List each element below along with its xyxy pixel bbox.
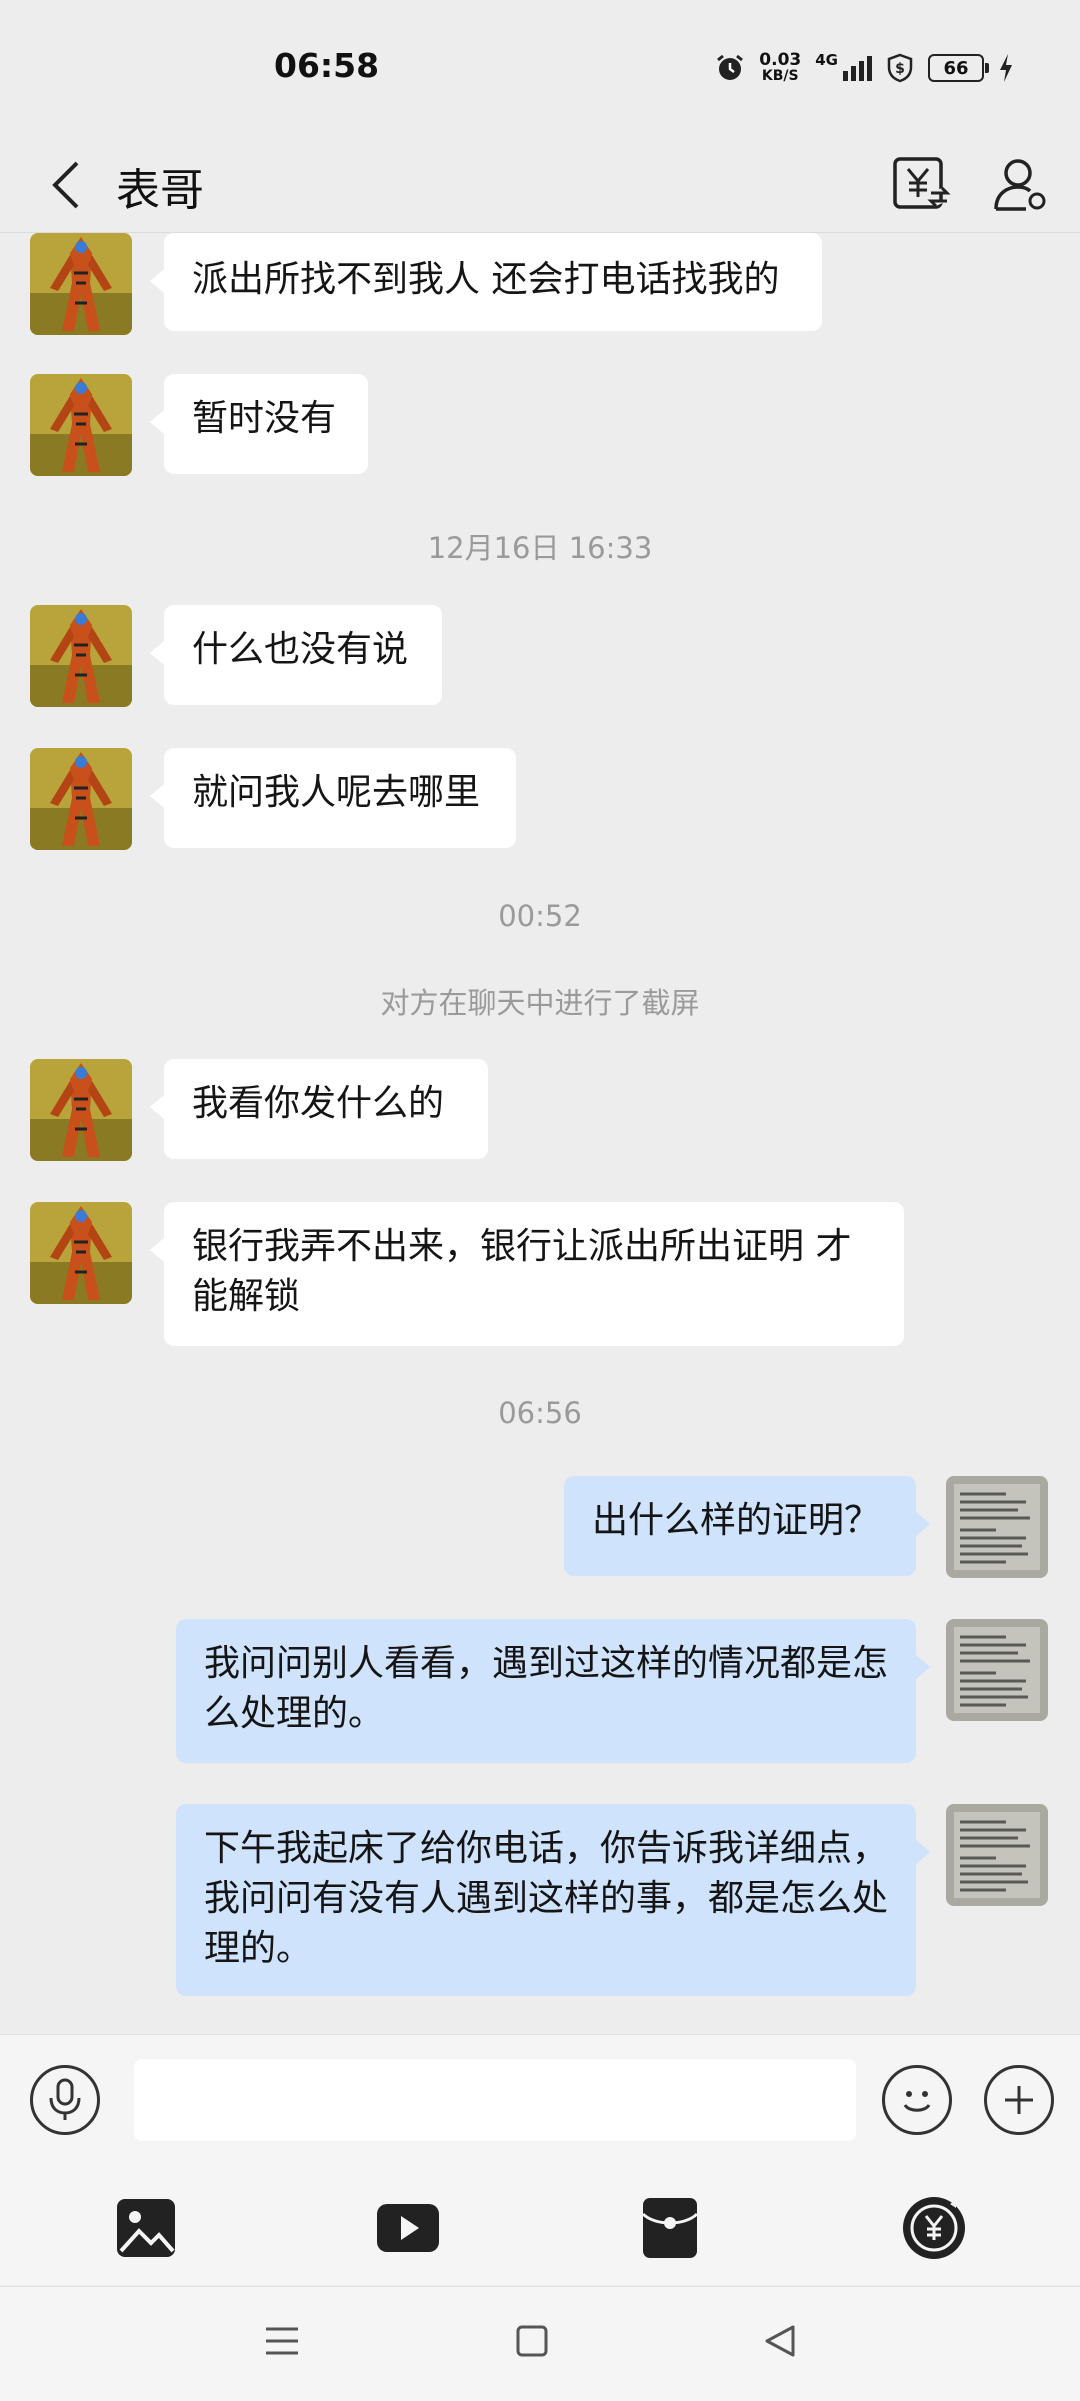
message-bubble-incoming[interactable]: 我看你发什么的 (150, 1059, 488, 1159)
back-button[interactable] (36, 150, 96, 220)
avatar-image (30, 1059, 132, 1161)
video-icon (377, 2204, 439, 2252)
red-packet-icon (641, 2198, 699, 2258)
avatar-image (30, 374, 132, 476)
more-button[interactable] (984, 2065, 1054, 2135)
message-bubble-incoming[interactable]: 什么也没有说 (150, 605, 442, 705)
message-timestamp: 06:56 (498, 1396, 582, 1430)
nav-back-button[interactable] (750, 2311, 810, 2371)
charging-icon (1000, 54, 1012, 82)
net-speed: 0.03 KB/S (759, 50, 802, 85)
message-timestamp: 00:52 (498, 899, 582, 933)
system-notice: 对方在聊天中进行了截屏 (380, 986, 700, 1020)
menu-icon (266, 2327, 298, 2355)
contact-avatar[interactable] (30, 233, 132, 335)
message-bubble-incoming[interactable]: 就问我人呢去哪里 (150, 748, 516, 848)
system-navigation-bar (0, 2286, 1080, 2401)
net-speed-unit: KB/S (761, 68, 799, 84)
chat-header: 表哥 (0, 140, 1080, 233)
network-type: 4G (815, 51, 838, 69)
avatar-image (946, 1619, 1048, 1721)
message-bubble-incoming[interactable]: 银行我弄不出来，银行让派出所出证明 才能解锁 (150, 1202, 904, 1346)
contact-avatar[interactable] (30, 1202, 132, 1304)
square-home-icon (516, 2325, 548, 2357)
nav-home-button[interactable] (502, 2311, 562, 2371)
contact-avatar[interactable] (30, 374, 132, 476)
status-bar: 06:58 0.03 KB/S 4G $ 66 (0, 0, 1080, 140)
nav-menu-button[interactable] (252, 2311, 312, 2371)
microphone-icon (49, 2078, 81, 2120)
avatar-image (30, 233, 132, 335)
avatar-image (30, 605, 132, 707)
yen-transfer-icon (893, 157, 951, 209)
user-settings-icon (994, 159, 1046, 211)
status-icons: 0.03 KB/S 4G $ 66 (715, 50, 1014, 85)
alarm-icon (717, 54, 744, 80)
avatar-image (946, 1476, 1048, 1578)
send-video-button[interactable] (368, 2188, 448, 2268)
extension-toolbar (0, 2180, 1080, 2285)
contact-avatar[interactable] (30, 605, 132, 707)
message-input[interactable] (134, 2059, 856, 2141)
contact-avatar[interactable] (30, 1059, 132, 1161)
voice-button[interactable] (30, 2065, 100, 2135)
battery-indicator: 66 (928, 54, 989, 82)
transfer-money-button[interactable] (894, 2188, 974, 2268)
avatar-image (30, 1202, 132, 1304)
message-timestamp: 12月16日 16:33 (427, 531, 653, 565)
message-list[interactable]: 派出所找不到我人 还会打电话找我的 暂时没有 12月16日 16:33 什么也没… (0, 233, 1080, 2033)
chat-title: 表哥 (116, 165, 204, 216)
svg-text:$: $ (895, 61, 905, 77)
plus-icon (1005, 2086, 1033, 2114)
avatar-image (946, 1804, 1048, 1906)
message-bubble-incoming[interactable]: 暂时没有 (150, 374, 368, 474)
message-bubble-outgoing[interactable]: 我问问别人看看，遇到过这样的情况都是怎么处理的。 (176, 1619, 930, 1763)
status-time: 06:58 (274, 46, 380, 85)
contact-avatar[interactable] (30, 748, 132, 850)
signal-icon (843, 56, 872, 81)
my-avatar[interactable] (946, 1476, 1048, 1578)
red-packet-button[interactable] (630, 2188, 710, 2268)
emoji-button[interactable] (882, 2065, 952, 2135)
image-icon (117, 2199, 175, 2257)
avatar-image (30, 748, 132, 850)
my-avatar[interactable] (946, 1804, 1048, 1906)
smiley-icon (903, 2091, 931, 2112)
triangle-back-icon (765, 2325, 795, 2357)
shield-dollar-icon: $ (887, 53, 913, 83)
chevron-left-icon (52, 161, 79, 209)
message-bubble-outgoing[interactable]: 出什么样的证明？ (564, 1476, 930, 1576)
message-bubble-incoming[interactable]: 派出所找不到我人 还会打电话找我的 (150, 233, 822, 331)
transfer-button[interactable] (881, 144, 961, 224)
transfer-icon (903, 2197, 965, 2259)
chat-info-button[interactable] (980, 144, 1060, 224)
send-image-button[interactable] (106, 2188, 186, 2268)
message-bubble-outgoing[interactable]: 下午我起床了给你电话，你告诉我详细点，我问问有没有人遇到这样的事，都是怎么处理的… (176, 1804, 930, 1996)
my-avatar[interactable] (946, 1619, 1048, 1721)
net-speed-value: 0.03 (759, 50, 802, 70)
